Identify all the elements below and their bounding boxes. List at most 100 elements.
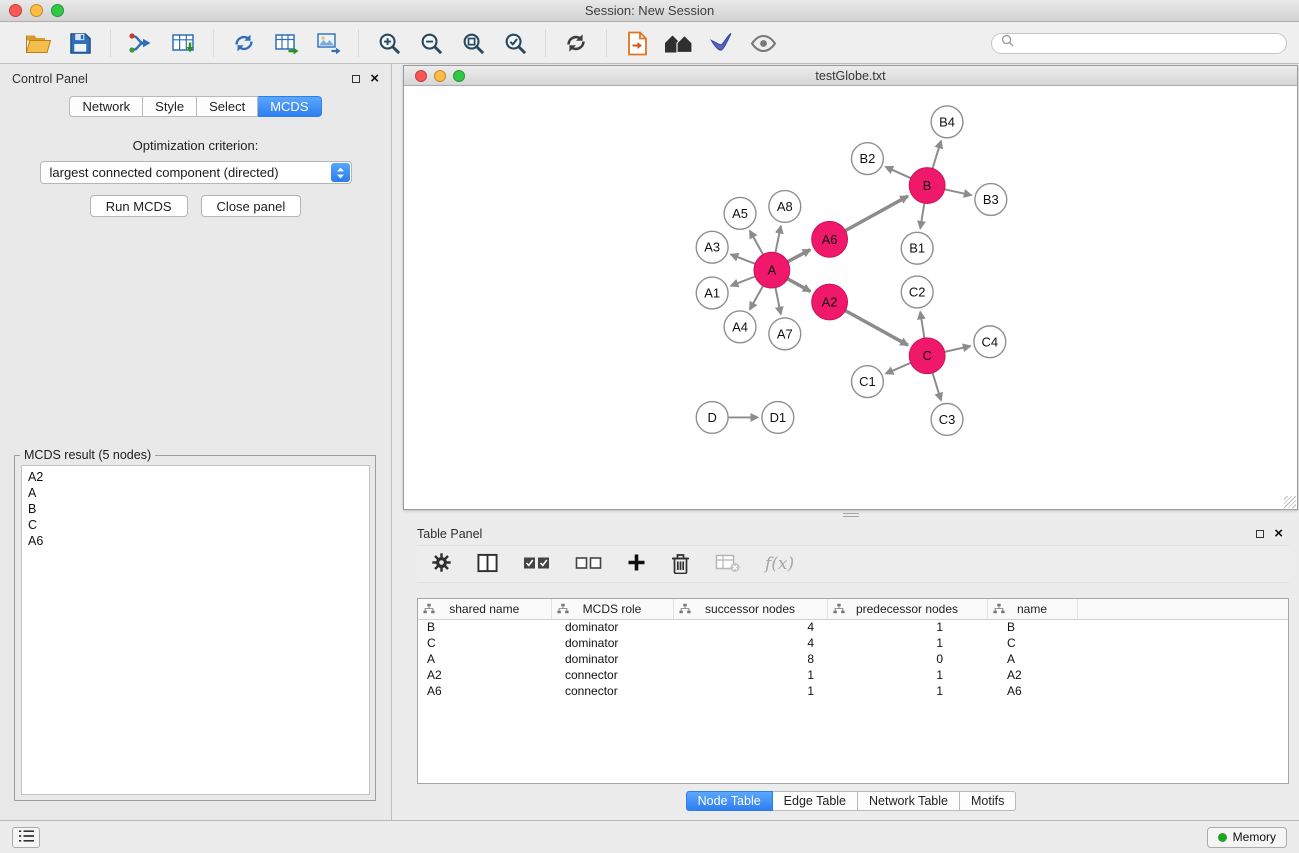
column-header-MCDS-role[interactable]: MCDS role: [551, 599, 673, 619]
cell[interactable]: A: [987, 651, 1077, 667]
graph-node-A6[interactable]: A6: [812, 221, 848, 257]
cell[interactable]: dominator: [551, 619, 673, 635]
graph-edge-C-C3[interactable]: [933, 373, 942, 401]
zoom-fit-button[interactable]: [456, 27, 490, 59]
import-network-button[interactable]: [124, 27, 158, 59]
graph-edge-A-A6[interactable]: [788, 250, 811, 262]
cell[interactable]: 1: [673, 683, 827, 699]
zoom-selected-button[interactable]: [498, 27, 532, 59]
graph-node-A5[interactable]: A5: [724, 197, 756, 229]
network-graph[interactable]: AA6A2BCA5A8A3A1A4A7B2B4B3B1C2C4C1C3DD1: [404, 87, 1297, 509]
graph-node-C1[interactable]: C1: [851, 366, 883, 398]
export-network-button[interactable]: [227, 27, 261, 59]
cell[interactable]: 4: [673, 619, 827, 635]
cell[interactable]: B: [987, 619, 1077, 635]
graph-edge-A-A8[interactable]: [775, 226, 780, 253]
network-close-button[interactable]: [415, 70, 427, 82]
graph-node-B4[interactable]: B4: [931, 106, 963, 138]
graph-node-B[interactable]: B: [909, 168, 945, 204]
zoom-window-button[interactable]: [51, 4, 64, 17]
mcds-result-item[interactable]: B: [28, 501, 363, 517]
graph-node-A8[interactable]: A8: [769, 191, 801, 223]
close-window-button[interactable]: [9, 4, 22, 17]
graph-edge-B-B2[interactable]: [886, 167, 911, 178]
tab-style[interactable]: Style: [143, 96, 197, 117]
cell[interactable]: dominator: [551, 651, 673, 667]
column-header-predecessor-nodes[interactable]: predecessor nodes: [827, 599, 987, 619]
graph-node-C[interactable]: C: [909, 338, 945, 374]
cell[interactable]: A6: [418, 683, 551, 699]
graph-edge-A-A5[interactable]: [750, 231, 763, 255]
graph-edge-B-B4[interactable]: [933, 141, 942, 169]
cell[interactable]: 1: [827, 667, 987, 683]
graph-edge-A2-C[interactable]: [845, 311, 908, 346]
cell[interactable]: connector: [551, 667, 673, 683]
graph-edge-A-A4[interactable]: [750, 286, 763, 310]
tab-node-table[interactable]: Node Table: [686, 791, 773, 811]
graph-node-C2[interactable]: C2: [901, 276, 933, 308]
tab-select[interactable]: Select: [197, 96, 258, 117]
table-row[interactable]: Cdominator41C: [418, 635, 1288, 651]
run-mcds-button[interactable]: Run MCDS: [90, 195, 188, 217]
graph-edge-A-A2[interactable]: [788, 279, 811, 292]
cell[interactable]: 1: [827, 635, 987, 651]
export-image-button[interactable]: [311, 27, 345, 59]
check-all-button[interactable]: [523, 555, 550, 574]
cell[interactable]: 1: [673, 667, 827, 683]
cell[interactable]: 8: [673, 651, 827, 667]
column-header-name[interactable]: name: [987, 599, 1077, 619]
graph-edge-A-A3[interactable]: [731, 254, 755, 263]
panel-selector-button[interactable]: [12, 827, 40, 848]
cell[interactable]: connector: [551, 683, 673, 699]
trash-button[interactable]: [671, 552, 690, 577]
delete-table-button[interactable]: [715, 553, 740, 576]
mcds-result-item[interactable]: C: [28, 517, 363, 533]
eye-button[interactable]: [746, 27, 780, 59]
gear-button[interactable]: [431, 552, 452, 576]
graph-edge-C-C4[interactable]: [945, 346, 971, 352]
graph-edge-B-B3[interactable]: [945, 189, 972, 195]
graph-node-D[interactable]: D: [696, 402, 728, 434]
tab-network[interactable]: Network: [69, 96, 143, 117]
graph-node-A4[interactable]: A4: [724, 311, 756, 343]
cell[interactable]: A2: [418, 667, 551, 683]
close-table-panel-icon[interactable]: ×: [1274, 526, 1283, 541]
home-button[interactable]: [662, 27, 696, 59]
float-panel-icon[interactable]: [352, 75, 360, 83]
cell[interactable]: A2: [987, 667, 1077, 683]
export-table-button[interactable]: [269, 27, 303, 59]
mcds-result-list[interactable]: A2ABCA6: [21, 465, 370, 795]
mcds-result-item[interactable]: A6: [28, 533, 363, 549]
draw-button[interactable]: [704, 27, 738, 59]
graph-edge-A-A1[interactable]: [731, 277, 755, 286]
graph-edge-B-B1[interactable]: [920, 203, 924, 228]
panel-splitter[interactable]: [403, 511, 1299, 519]
cell[interactable]: A: [418, 651, 551, 667]
graph-edge-A6-B[interactable]: [845, 196, 908, 231]
export-document-button[interactable]: [620, 27, 654, 59]
tab-edge-table[interactable]: Edge Table: [773, 791, 858, 811]
tab-network-table[interactable]: Network Table: [858, 791, 960, 811]
zoom-out-button[interactable]: [414, 27, 448, 59]
close-panel-button[interactable]: Close panel: [201, 195, 302, 217]
search-field[interactable]: [991, 33, 1287, 54]
table-row[interactable]: Bdominator41B: [418, 619, 1288, 635]
cell[interactable]: dominator: [551, 635, 673, 651]
cell[interactable]: 1: [827, 619, 987, 635]
network-minimize-button[interactable]: [434, 70, 446, 82]
open-folder-button[interactable]: [21, 27, 55, 59]
minimize-window-button[interactable]: [30, 4, 43, 17]
graph-node-C4[interactable]: C4: [974, 326, 1006, 358]
optimization-criterion-select[interactable]: largest connected component (directed): [40, 161, 352, 184]
memory-button[interactable]: Memory: [1207, 827, 1287, 848]
uncheck-all-button[interactable]: [575, 555, 602, 574]
cell[interactable]: C: [418, 635, 551, 651]
graph-node-A1[interactable]: A1: [696, 277, 728, 309]
refresh-button[interactable]: [559, 27, 593, 59]
graph-node-D1[interactable]: D1: [762, 402, 794, 434]
tab-motifs[interactable]: Motifs: [960, 791, 1016, 811]
cell[interactable]: 1: [827, 683, 987, 699]
graph-node-A2[interactable]: A2: [812, 284, 848, 320]
network-zoom-button[interactable]: [453, 70, 465, 82]
import-table-button[interactable]: [166, 27, 200, 59]
